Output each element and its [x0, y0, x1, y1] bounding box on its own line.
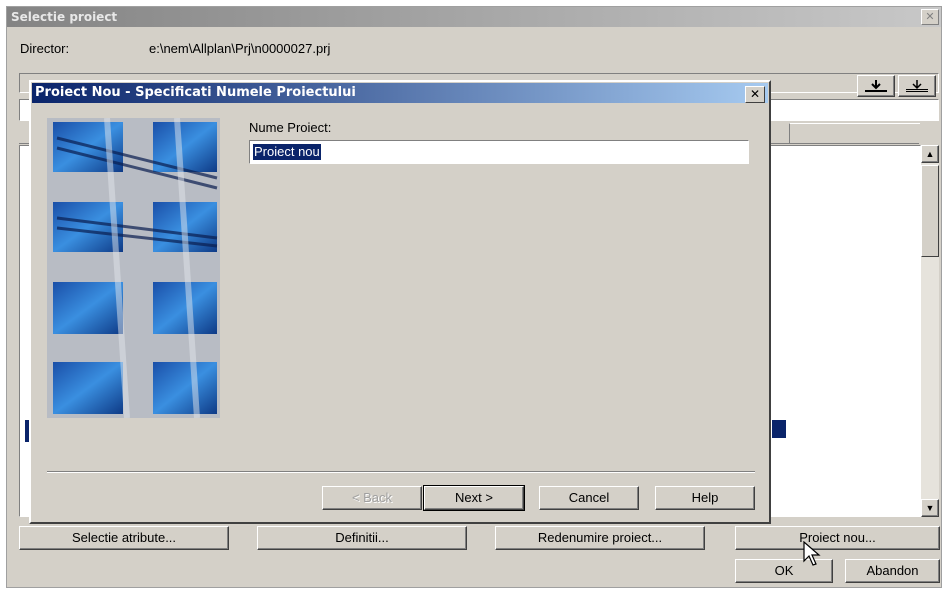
sort-down-button-2[interactable]	[898, 75, 936, 97]
selectie-atribute-button[interactable]: Selectie atribute...	[19, 526, 229, 550]
proiect-nou-button[interactable]: Proiect nou...	[735, 526, 940, 550]
mouse-cursor-icon	[803, 541, 821, 566]
nume-proiect-value: Proiect nou	[253, 144, 321, 160]
director-label: Director:	[20, 41, 70, 56]
abandon-button[interactable]: Abandon	[845, 559, 940, 583]
sort-down-icon	[865, 80, 887, 92]
scroll-up-icon[interactable]: ▲	[921, 145, 939, 163]
selected-row-highlight[interactable]	[772, 420, 786, 438]
nume-proiect-input[interactable]: Proiect nou	[249, 140, 749, 164]
window-titlebar: Selectie proiect ✕	[7, 7, 941, 27]
scroll-down-icon[interactable]: ▼	[921, 499, 939, 517]
dialog-title: Proiect Nou - Specificati Numele Proiect…	[35, 85, 356, 100]
sort-down-button-1[interactable]	[857, 75, 895, 97]
scrollbar-thumb[interactable]	[921, 165, 939, 257]
dialog-divider	[47, 471, 755, 473]
dialog-titlebar: Proiect Nou - Specificati Numele Proiect…	[32, 83, 768, 103]
column-header-cell[interactable]	[789, 123, 920, 143]
sort-down-icon	[906, 80, 928, 92]
window-title: Selectie proiect	[11, 10, 118, 24]
vertical-scrollbar[interactable]: ▲ ▼	[921, 145, 939, 517]
director-path: e:\nem\Allplan\Prj\n0000027.prj	[149, 41, 331, 56]
redenumire-proiect-button[interactable]: Redenumire proiect...	[495, 526, 705, 550]
help-button[interactable]: Help	[655, 486, 755, 510]
nume-proiect-label: Nume Proiect:	[249, 120, 332, 135]
definitii-button[interactable]: Definitii...	[257, 526, 467, 550]
cancel-button[interactable]: Cancel	[539, 486, 639, 510]
close-icon[interactable]: ✕	[745, 86, 765, 103]
wizard-image	[47, 118, 220, 418]
proiect-nou-dialog: Proiect Nou - Specificati Numele Proiect…	[29, 80, 771, 524]
close-icon[interactable]: ✕	[921, 9, 939, 25]
back-button[interactable]: < Back	[322, 486, 422, 510]
next-button[interactable]: Next >	[423, 485, 525, 511]
